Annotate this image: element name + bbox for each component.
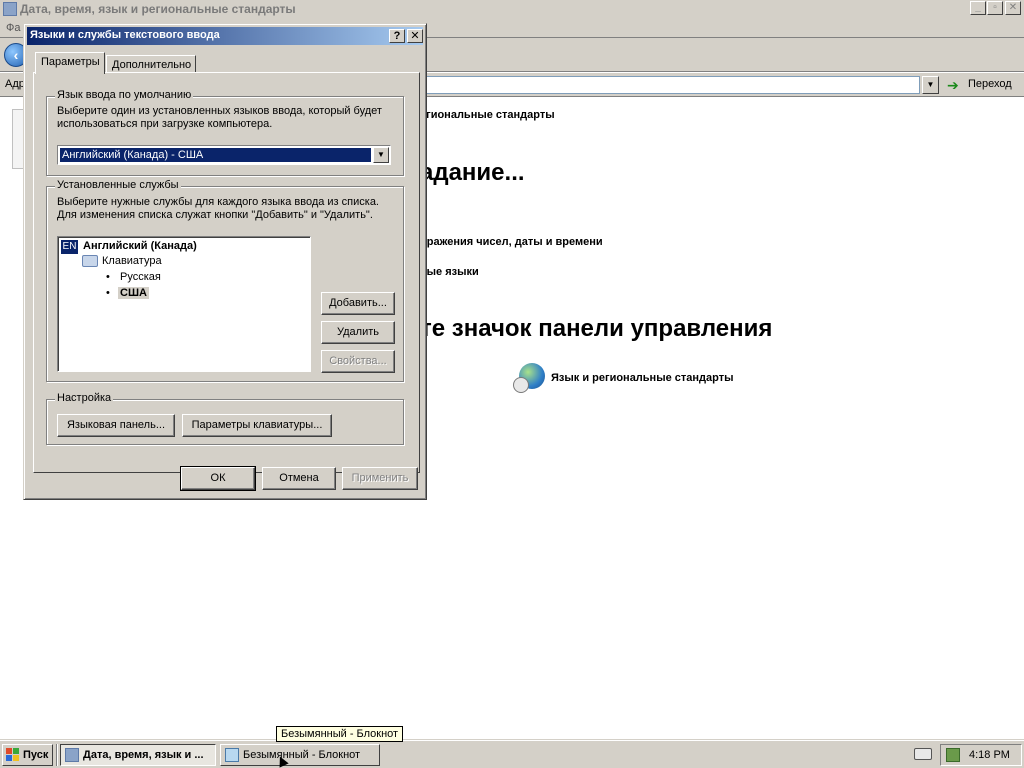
default-language-group: Язык ввода по умолчанию Выберите один из… bbox=[46, 89, 404, 176]
menu-file[interactable]: Фа bbox=[6, 22, 20, 34]
language-item[interactable]: Английский (Канада) bbox=[83, 240, 197, 252]
task-link-add-languages[interactable]: ные языки bbox=[420, 266, 479, 278]
keyboard-category[interactable]: Клавиатура bbox=[102, 255, 162, 267]
address-dropdown-icon[interactable]: ▼ bbox=[922, 76, 939, 94]
dialog-title: Языки и службы текстового ввода bbox=[30, 29, 220, 41]
task-link-number-formats[interactable]: бражения чисел, даты и времени bbox=[420, 236, 603, 248]
minimize-button[interactable]: _ bbox=[970, 1, 986, 15]
settings-tab-panel: Язык ввода по умолчанию Выберите один из… bbox=[33, 72, 420, 473]
address-label: Адр bbox=[5, 78, 25, 90]
language-bar-button[interactable]: Языковая панель... bbox=[57, 414, 175, 437]
bullet-icon: • bbox=[106, 287, 110, 299]
default-language-combo[interactable]: Английский (Канада) - США ▼ bbox=[57, 145, 391, 165]
cancel-button[interactable]: Отмена bbox=[262, 467, 336, 490]
layout-item-us[interactable]: США bbox=[118, 287, 149, 299]
control-panel-icon bbox=[65, 748, 79, 762]
task-notepad-label: Безымянный - Блокнот bbox=[243, 749, 361, 761]
control-panel-icon bbox=[3, 2, 17, 16]
add-button[interactable]: Добавить... bbox=[321, 292, 395, 315]
windows-logo-icon bbox=[6, 748, 20, 762]
restore-button[interactable]: ▫ bbox=[987, 1, 1003, 15]
default-language-legend: Язык ввода по умолчанию bbox=[55, 89, 194, 101]
task-notepad[interactable]: Безымянный - Блокнот bbox=[220, 744, 380, 766]
close-window-button[interactable]: ✕ bbox=[1005, 1, 1021, 15]
preferences-legend: Настройка bbox=[55, 392, 114, 404]
chevron-down-icon[interactable]: ▼ bbox=[373, 147, 389, 163]
address-input[interactable] bbox=[420, 76, 920, 94]
ok-button[interactable]: ОК bbox=[180, 466, 256, 491]
control-panel-titlebar: Дата, время, язык и региональные стандар… bbox=[0, 0, 1024, 18]
apply-button[interactable]: Применить bbox=[342, 467, 418, 490]
regional-options-globe-icon[interactable] bbox=[513, 363, 545, 395]
go-button[interactable]: Переход bbox=[968, 78, 1012, 90]
tab-settings[interactable]: Параметры bbox=[35, 52, 105, 74]
taskbar-separator bbox=[56, 744, 58, 766]
preferences-group: Настройка Языковая панель... Параметры к… bbox=[46, 392, 404, 445]
control-panel-title: Дата, время, язык и региональные стандар… bbox=[20, 2, 296, 16]
key-settings-button[interactable]: Параметры клавиатуры... bbox=[182, 414, 332, 437]
default-language-value: Английский (Канада) - США bbox=[60, 148, 371, 162]
keyboard-icon bbox=[82, 255, 98, 267]
remove-button[interactable]: Удалить bbox=[321, 321, 395, 344]
start-label: Пуск bbox=[23, 749, 49, 761]
pick-icon-heading: те значок панели управления bbox=[420, 315, 773, 342]
taskbar-tooltip: Безымянный - Блокнот bbox=[276, 726, 404, 742]
system-tray: 4:18 PM bbox=[940, 744, 1022, 766]
layout-item-russian[interactable]: Русская bbox=[120, 271, 161, 283]
regional-options-link[interactable]: Язык и региональные стандарты bbox=[551, 372, 734, 384]
text-services-dialog: Языки и службы текстового ввода ? ✕ Пара… bbox=[23, 23, 427, 500]
help-button[interactable]: ? bbox=[389, 29, 405, 43]
go-arrow-icon[interactable]: ➔ bbox=[947, 78, 963, 92]
taskbar: Пуск Дата, время, язык и ... Безымянный … bbox=[0, 740, 1024, 768]
installed-services-legend: Установленные службы bbox=[55, 179, 181, 191]
task-control-panel[interactable]: Дата, время, язык и ... bbox=[60, 744, 216, 766]
dialog-close-button[interactable]: ✕ bbox=[407, 29, 423, 43]
default-language-description: Выберите один из установленных языков вв… bbox=[57, 105, 382, 130]
bullet-icon: • bbox=[106, 271, 110, 283]
notepad-icon bbox=[225, 748, 239, 762]
network-icon[interactable] bbox=[946, 748, 960, 762]
task-control-panel-label: Дата, время, язык и ... bbox=[83, 749, 204, 761]
clock[interactable]: 4:18 PM bbox=[969, 749, 1010, 761]
properties-button[interactable]: Свойства... bbox=[321, 350, 395, 373]
pick-task-heading: адание... bbox=[420, 159, 525, 186]
dialog-titlebar: Языки и службы текстового ввода ? ✕ bbox=[27, 27, 423, 45]
start-button[interactable]: Пуск bbox=[2, 744, 53, 766]
keyboard-layout-icon[interactable] bbox=[914, 748, 932, 760]
language-badge: EN bbox=[61, 240, 78, 254]
installed-services-group: Установленные службы Выберите нужные слу… bbox=[46, 179, 404, 382]
category-title: егиональные стандарты bbox=[420, 109, 555, 121]
installed-services-list[interactable]: EN Английский (Канада) Клавиатура • Русс… bbox=[57, 236, 311, 372]
installed-services-description: Выберите нужные службы для каждого языка… bbox=[57, 196, 379, 221]
